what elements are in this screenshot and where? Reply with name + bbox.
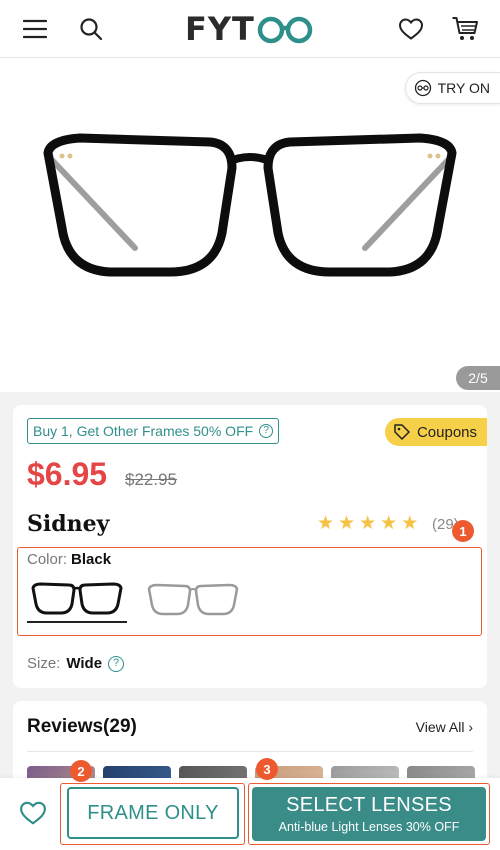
current-price: $6.95 (27, 456, 108, 492)
wishlist-button[interactable] (394, 12, 428, 46)
view-all-link[interactable]: View All › (416, 719, 473, 735)
color-value: Black (71, 551, 112, 568)
reviews-title: Reviews(29) (27, 716, 137, 737)
size-help-icon[interactable]: ? (108, 655, 125, 672)
product-glasses-image (43, 133, 457, 277)
product-image-gallery[interactable] (0, 58, 500, 392)
black-frame-icon (31, 582, 123, 615)
coupons-label: Coupons (416, 423, 477, 441)
product-info-card: Buy 1, Get Other Frames 50% OFF ? Coupon… (13, 405, 487, 688)
tag-icon (394, 424, 410, 440)
heart-icon (398, 18, 424, 40)
color-swatch-clear[interactable] (143, 575, 243, 623)
try-on-button[interactable]: TRY ON (404, 72, 500, 104)
original-price: $22.95 (125, 470, 177, 489)
favorite-button[interactable] (16, 796, 50, 830)
annotation-badge-1: 1 (452, 520, 474, 542)
star-icon: ★ (401, 513, 419, 534)
color-label-text: Color: (27, 551, 68, 568)
promo-banner[interactable]: Buy 1, Get Other Frames 50% OFF ? (27, 418, 280, 444)
color-label: Color: Black (27, 551, 111, 568)
image-counter: 2/5 (456, 366, 500, 390)
promo-label: Buy 1, Get Other Frames 50% OFF (33, 423, 254, 439)
size-value: Wide (66, 655, 103, 672)
cart-icon (452, 17, 478, 40)
annotation-badge-3: 3 (256, 758, 278, 780)
clear-frame-icon (147, 583, 239, 616)
brand-logo[interactable]: FYT (185, 10, 313, 48)
select-lenses-button[interactable]: SELECT LENSES Anti-blue Light Lenses 30%… (252, 787, 486, 841)
bottom-action-bar: FRAME ONLY SELECT LENSES Anti-blue Light… (0, 758, 500, 850)
star-icon: ★ (317, 513, 335, 534)
menu-button[interactable] (18, 12, 52, 46)
divider (27, 751, 473, 752)
cart-button[interactable] (448, 12, 482, 46)
rating-stars[interactable]: ★ ★ ★ ★ ★ (317, 514, 418, 533)
try-on-label: TRY ON (437, 80, 490, 96)
help-icon[interactable]: ? (259, 424, 274, 438)
logo-text: FYT (185, 10, 255, 48)
menu-icon (23, 19, 47, 39)
star-icon: ★ (359, 513, 377, 534)
star-icon: ★ (380, 513, 398, 534)
coupons-button[interactable]: Coupons (384, 418, 487, 446)
face-glasses-icon (414, 79, 431, 97)
product-name: Sidney (27, 511, 110, 537)
size-row: Size: Wide ? (27, 655, 125, 672)
logo-glasses-icon (257, 14, 313, 44)
select-lenses-subtitle: Anti-blue Light Lenses 30% OFF (278, 820, 460, 834)
color-swatch-black[interactable] (27, 575, 127, 623)
view-all-label: View All (415, 719, 465, 735)
search-button[interactable] (74, 12, 108, 46)
select-lenses-label: SELECT LENSES (286, 794, 452, 816)
annotation-badge-2: 2 (70, 760, 92, 782)
star-icon: ★ (338, 513, 356, 534)
size-label: Size: (27, 655, 61, 672)
search-icon (80, 18, 103, 41)
chevron-right-icon: › (468, 719, 473, 735)
frame-only-button[interactable]: FRAME ONLY (67, 787, 239, 839)
app-header: FYT (0, 0, 500, 58)
heart-icon (20, 801, 46, 825)
